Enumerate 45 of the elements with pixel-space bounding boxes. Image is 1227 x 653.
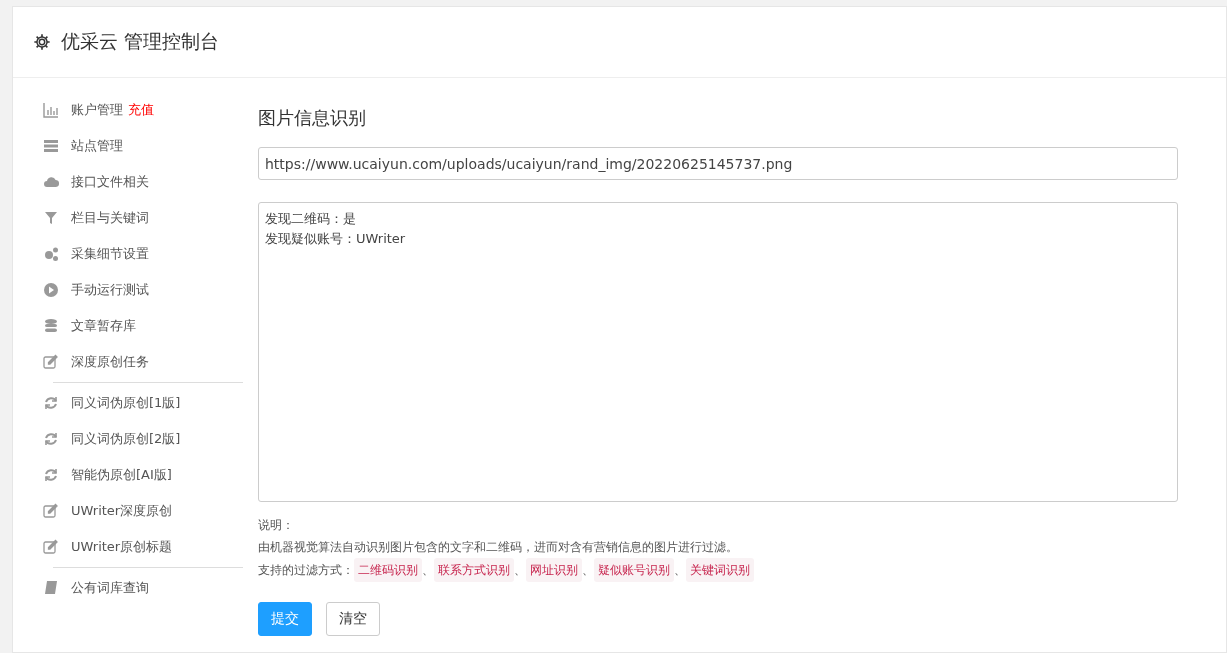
separator: 、 (422, 562, 434, 579)
note-title: 说明： (258, 517, 295, 534)
filter-icon (43, 210, 59, 226)
sidebar-item[interactable]: 公有词库查询 (71, 579, 149, 597)
cloud-icon (43, 174, 59, 190)
sidebar-item[interactable]: UWriter原创标题 (71, 538, 173, 556)
method-tag: 联系方式识别 (434, 558, 514, 582)
separator: 、 (514, 562, 526, 579)
method-tag: 二维码识别 (354, 558, 422, 582)
sync-icon (43, 467, 59, 483)
url-field[interactable]: https://www.ucaiyun.com/uploads/ucaiyun/rand_img/20220625145737.png (258, 147, 1178, 180)
separator: 、 (582, 562, 594, 579)
sidebar-item[interactable]: 同义词伪原创[1版] (71, 394, 181, 412)
separator: 、 (674, 562, 686, 579)
sidebar-item[interactable]: 栏目与关键词 (71, 209, 149, 227)
result-textarea[interactable]: 发现二维码：是 发现疑似账号：UWriter (258, 202, 1178, 502)
db-icon (43, 318, 59, 334)
methods-label: 支持的过滤方式： (258, 562, 354, 579)
sidebar-item[interactable]: 采集细节设置 (71, 245, 149, 263)
sidebar-item[interactable]: 账户管理 (71, 101, 123, 119)
edit-icon (43, 354, 59, 370)
play-icon (43, 282, 59, 298)
sidebar-item[interactable]: 同义词伪原创[2版] (71, 430, 181, 448)
sidebar-item[interactable]: 站点管理 (71, 137, 123, 155)
clear-button[interactable]: 清空 (326, 602, 380, 636)
sync-icon (43, 431, 59, 447)
settings-icon (33, 33, 51, 51)
method-tag: 关键词识别 (686, 558, 754, 582)
console-title: 优采云 管理控制台 (61, 29, 220, 54)
server-icon (43, 138, 59, 154)
section-heading: 图片信息识别 (258, 106, 367, 130)
method-tag: 网址识别 (526, 558, 582, 582)
edit-icon (43, 539, 59, 555)
edit-icon (43, 503, 59, 519)
method-tag: 疑似账号识别 (594, 558, 674, 582)
sidebar-item[interactable]: 手动运行测试 (71, 281, 149, 299)
sidebar-item[interactable]: 深度原创任务 (71, 353, 149, 371)
sidebar-item[interactable]: UWriter深度原创 (71, 502, 173, 520)
chart-icon (43, 102, 59, 118)
sync-icon (43, 395, 59, 411)
note-text: 由机器视觉算法自动识别图片包含的文字和二维码，进而对含有营销信息的图片进行过滤。 (258, 539, 739, 556)
sidebar-item[interactable]: 文章暂存库 (71, 317, 136, 335)
sidebar-item[interactable]: 智能伪原创[AI版] (71, 466, 172, 484)
recharge-link[interactable]: 充值 (128, 101, 154, 119)
sidebar-item[interactable]: 接口文件相关 (71, 173, 149, 191)
